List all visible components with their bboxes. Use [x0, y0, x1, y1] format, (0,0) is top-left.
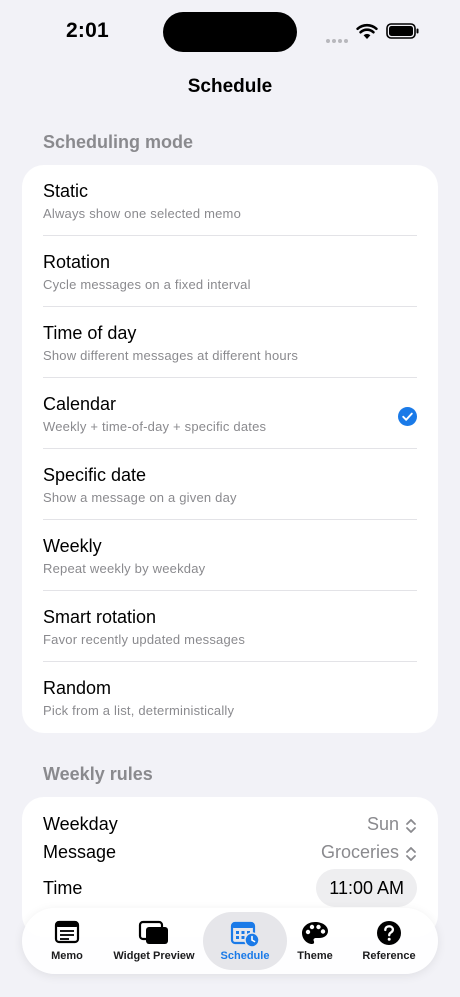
mode-title: Static	[43, 181, 89, 201]
question-icon	[377, 921, 401, 945]
weekday-picker[interactable]: Weekday Sun	[43, 811, 417, 839]
wifi-icon	[356, 23, 378, 39]
status-time: 2:01	[66, 19, 109, 42]
tab-label: Memo	[51, 950, 83, 962]
page-title: Schedule	[187, 76, 273, 97]
time-picker[interactable]: 11:00 AM	[316, 869, 417, 907]
message-value: Groceries	[320, 842, 399, 862]
mode-option-specific-date[interactable]: Specific date Show a message on a given …	[22, 449, 438, 520]
tab-reference[interactable]: Reference	[352, 908, 426, 974]
palette-icon	[302, 922, 328, 944]
tab-schedule[interactable]: Schedule	[203, 912, 287, 970]
time-label: Time	[43, 878, 83, 898]
scheduling-mode-list: Static Always show one selected memo Rot…	[22, 165, 438, 733]
message-label: Message	[43, 842, 117, 862]
mode-subtitle: Show different messages at different hou…	[43, 348, 299, 363]
mode-subtitle: Show a message on a given day	[43, 490, 237, 505]
chevron-up-down-icon	[406, 847, 416, 861]
tab-label: Widget Preview	[113, 950, 195, 962]
mode-title: Time of day	[43, 323, 137, 343]
tab-memo[interactable]: Memo	[30, 908, 104, 974]
mode-option-static[interactable]: Static Always show one selected memo	[22, 165, 438, 236]
dynamic-island	[163, 12, 297, 52]
mode-option-rotation[interactable]: Rotation Cycle messages on a fixed inter…	[22, 236, 438, 307]
mode-subtitle: Weekly + time-of-day + specific dates	[43, 419, 267, 434]
tab-widget-preview[interactable]: Widget Preview	[110, 908, 198, 974]
mode-title: Calendar	[43, 394, 117, 414]
mode-option-calendar[interactable]: Calendar Weekly + time-of-day + specific…	[22, 378, 438, 449]
mode-title: Weekly	[43, 536, 102, 556]
mode-title: Smart rotation	[43, 607, 157, 627]
mode-subtitle: Cycle messages on a fixed interval	[43, 277, 251, 292]
mode-subtitle: Always show one selected memo	[43, 206, 242, 221]
calendar-clock-icon	[230, 921, 260, 948]
signal-dots-icon	[326, 30, 350, 43]
tab-theme[interactable]: Theme	[290, 908, 340, 974]
memo-icon	[54, 920, 80, 944]
mode-option-random[interactable]: Random Pick from a list, deterministical…	[22, 662, 438, 733]
mode-option-time-of-day[interactable]: Time of day Show different messages at d…	[22, 307, 438, 378]
chevron-up-down-icon	[406, 819, 416, 833]
time-picker-row: Time 11:00 AM	[43, 869, 417, 907]
mode-subtitle: Repeat weekly by weekday	[43, 561, 206, 576]
tab-label: Schedule	[220, 950, 270, 962]
tab-bar: Memo Widget Preview Schedule Theme Refer…	[22, 908, 438, 974]
status-bar: 2:01	[0, 0, 460, 64]
mode-option-smart-rotation[interactable]: Smart rotation Favor recently updated me…	[22, 591, 438, 662]
mode-title: Rotation	[43, 252, 111, 272]
section-header-weekly-rules: Weekly rules	[43, 764, 153, 784]
checkmark-icon	[398, 407, 417, 426]
weekday-label: Weekday	[43, 814, 118, 834]
tab-label: Reference	[362, 950, 416, 962]
mode-subtitle: Favor recently updated messages	[43, 632, 246, 647]
section-header-scheduling-mode: Scheduling mode	[43, 132, 194, 152]
widget-preview-icon	[138, 920, 168, 944]
weekday-value: Sun	[366, 814, 399, 834]
mode-option-weekly[interactable]: Weekly Repeat weekly by weekday	[22, 520, 438, 591]
battery-icon	[386, 23, 419, 39]
message-picker[interactable]: Message Groceries	[43, 839, 417, 867]
mode-subtitle: Pick from a list, deterministically	[43, 703, 235, 718]
mode-title: Random	[43, 678, 112, 698]
tab-label: Theme	[297, 950, 333, 962]
mode-title: Specific date	[43, 465, 147, 485]
